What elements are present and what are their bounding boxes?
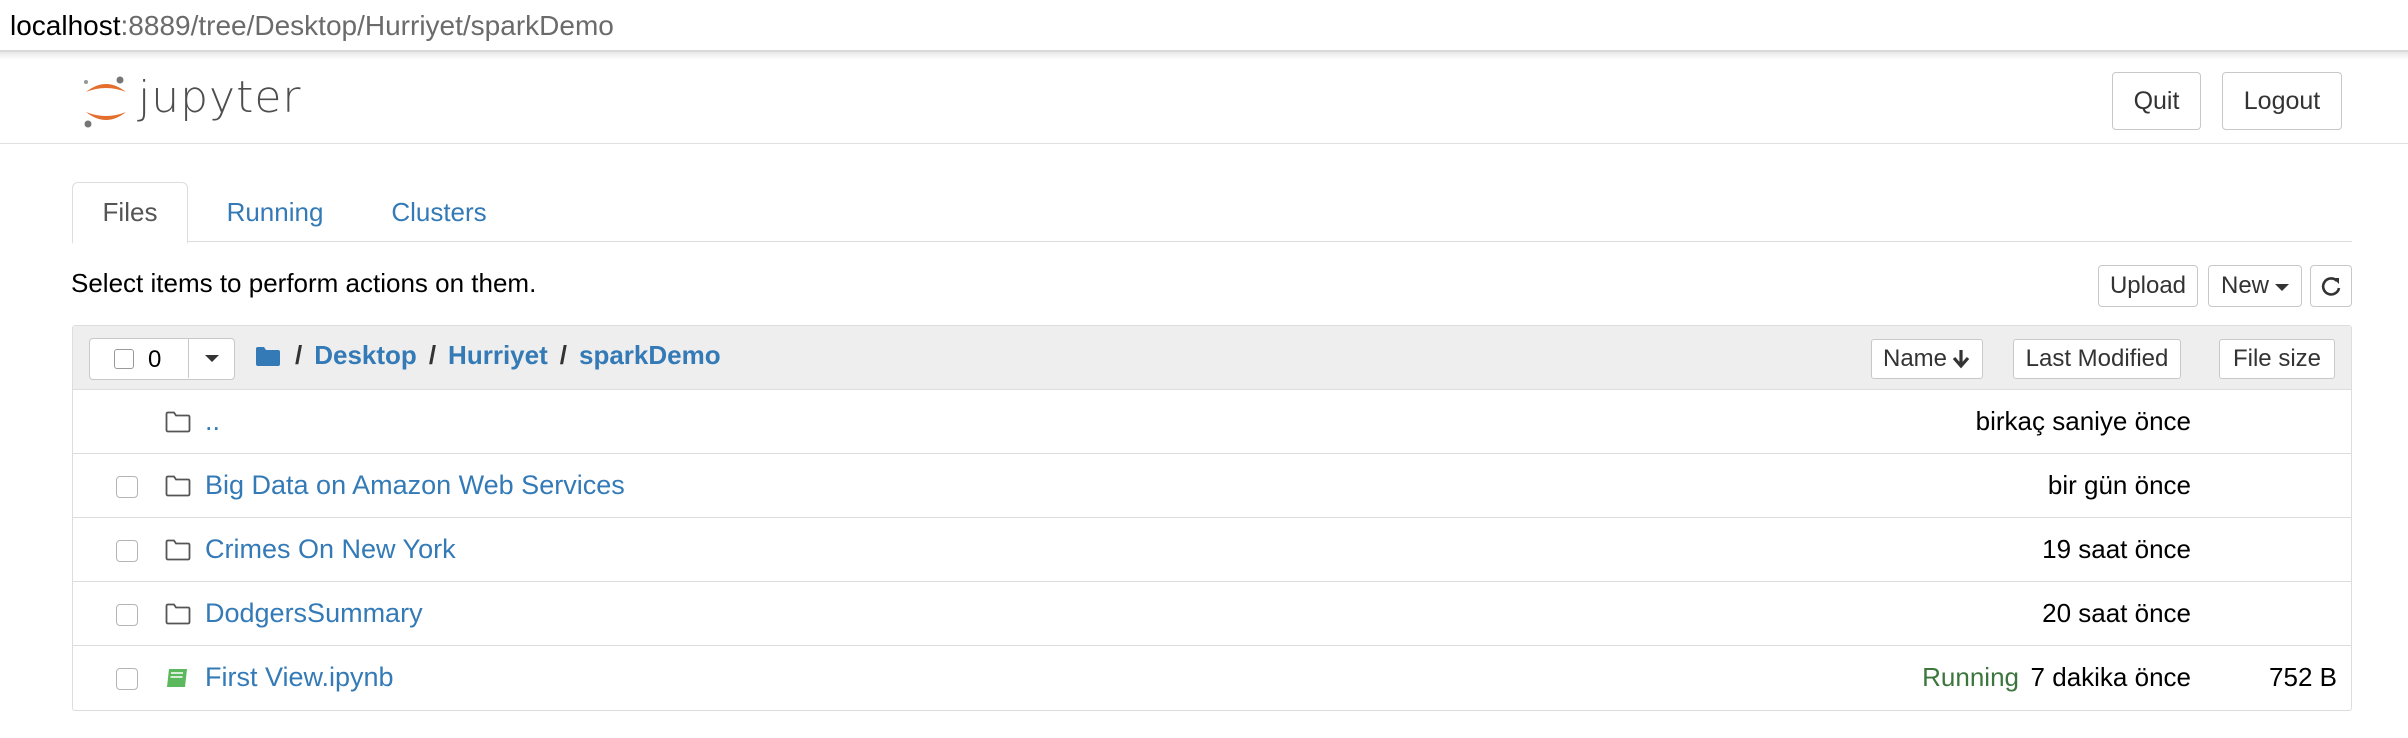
item-modified: birkaç saniye önce [1975, 406, 2191, 436]
new-button-label: New [2220, 272, 2269, 299]
breadcrumb-desktop[interactable]: Desktop [314, 340, 417, 371]
item-link[interactable]: Crimes On New York [205, 534, 456, 565]
chevron-down-icon [2275, 284, 2289, 291]
refresh-icon [2321, 277, 2341, 296]
breadcrumb-hurriyet[interactable]: Hurriyet [448, 340, 548, 371]
upload-button[interactable]: Upload [2098, 265, 2198, 307]
sort-name-label: Name [1882, 345, 1948, 372]
item-checkbox[interactable] [116, 604, 138, 626]
tab-running[interactable]: Running [212, 182, 338, 242]
item-link[interactable]: .. [205, 406, 220, 437]
folder-icon[interactable] [255, 345, 281, 367]
sort-by-last-modified-button[interactable]: Last Modified [2013, 339, 2181, 379]
url-path: :8889/tree/Desktop/Hurriyet/sparkDemo [120, 10, 614, 41]
notebook-icon [167, 669, 187, 687]
url-bar-shadow [0, 52, 2408, 60]
breadcrumb-sparkdemo[interactable]: sparkDemo [579, 340, 721, 371]
file-list: 0 / Desktop / Hurriyet / sparkDemo Name … [72, 325, 2352, 711]
item-size: 752 B [2269, 662, 2337, 692]
quit-button[interactable]: Quit [2112, 72, 2201, 130]
item-modified: 20 saat önce [2042, 598, 2191, 628]
tab-clusters[interactable]: Clusters [374, 182, 504, 242]
jupyter-logo[interactable]: jupyter [80, 72, 301, 132]
new-dropdown-button[interactable]: New [2208, 265, 2302, 307]
running-indicator: Running [1922, 662, 2019, 692]
chevron-down-icon [204, 355, 219, 362]
item-link[interactable]: Big Data on Amazon Web Services [205, 470, 625, 501]
arrow-down-icon [1952, 350, 1970, 369]
list-item: Crimes On New York 19 saat önce [73, 518, 2351, 582]
item-link[interactable]: First View.ipynb [205, 662, 394, 693]
url-text[interactable]: localhost:8889/tree/Desktop/Hurriyet/spa… [10, 10, 614, 42]
item-link[interactable]: DodgersSummary [205, 598, 423, 629]
list-header: 0 / Desktop / Hurriyet / sparkDemo Name … [73, 326, 2351, 390]
item-modified: 19 saat önce [2042, 534, 2191, 564]
sort-by-file-size-button[interactable]: File size [2219, 339, 2335, 379]
breadcrumb: / Desktop / Hurriyet / sparkDemo [255, 340, 721, 371]
logout-button[interactable]: Logout [2222, 72, 2342, 130]
folder-outline-icon [165, 411, 191, 433]
tab-files[interactable]: Files [72, 182, 188, 244]
list-item-parent: .. birkaç saniye önce [73, 390, 2351, 454]
refresh-button[interactable] [2310, 265, 2352, 307]
sort-by-name-button[interactable]: Name [1871, 339, 1983, 379]
item-checkbox[interactable] [116, 476, 138, 498]
select-all-group: 0 [89, 338, 235, 380]
list-item: First View.ipynb Running 7 dakika önce 7… [73, 646, 2351, 710]
breadcrumb-separator: / [295, 340, 303, 370]
folder-outline-icon [165, 603, 191, 625]
url-host: localhost [10, 10, 121, 41]
browser-url-bar[interactable]: localhost:8889/tree/Desktop/Hurriyet/spa… [0, 0, 2408, 60]
item-checkbox[interactable] [116, 668, 138, 690]
selected-count: 0 [148, 346, 162, 373]
select-dropdown-button[interactable] [188, 339, 234, 378]
select-message: Select items to perform actions on them. [71, 268, 537, 298]
folder-outline-icon [165, 475, 191, 497]
list-item: Big Data on Amazon Web Services bir gün … [73, 454, 2351, 518]
list-item: DodgersSummary 20 saat önce [73, 582, 2351, 646]
item-checkbox[interactable] [116, 540, 138, 562]
select-all-checkbox[interactable] [114, 349, 134, 369]
jupyter-logo-icon [84, 76, 126, 128]
folder-outline-icon [165, 539, 191, 561]
jupyter-header: jupyter Quit Logout [0, 60, 2408, 144]
breadcrumb-separator: / [559, 340, 567, 370]
item-modified: 7 dakika önce [2030, 662, 2191, 692]
item-modified: bir gün önce [2047, 470, 2191, 500]
logo-wordmark: jupyter [138, 72, 302, 123]
breadcrumb-separator: / [428, 340, 437, 370]
tab-bar: Files Running Clusters [72, 182, 2352, 244]
